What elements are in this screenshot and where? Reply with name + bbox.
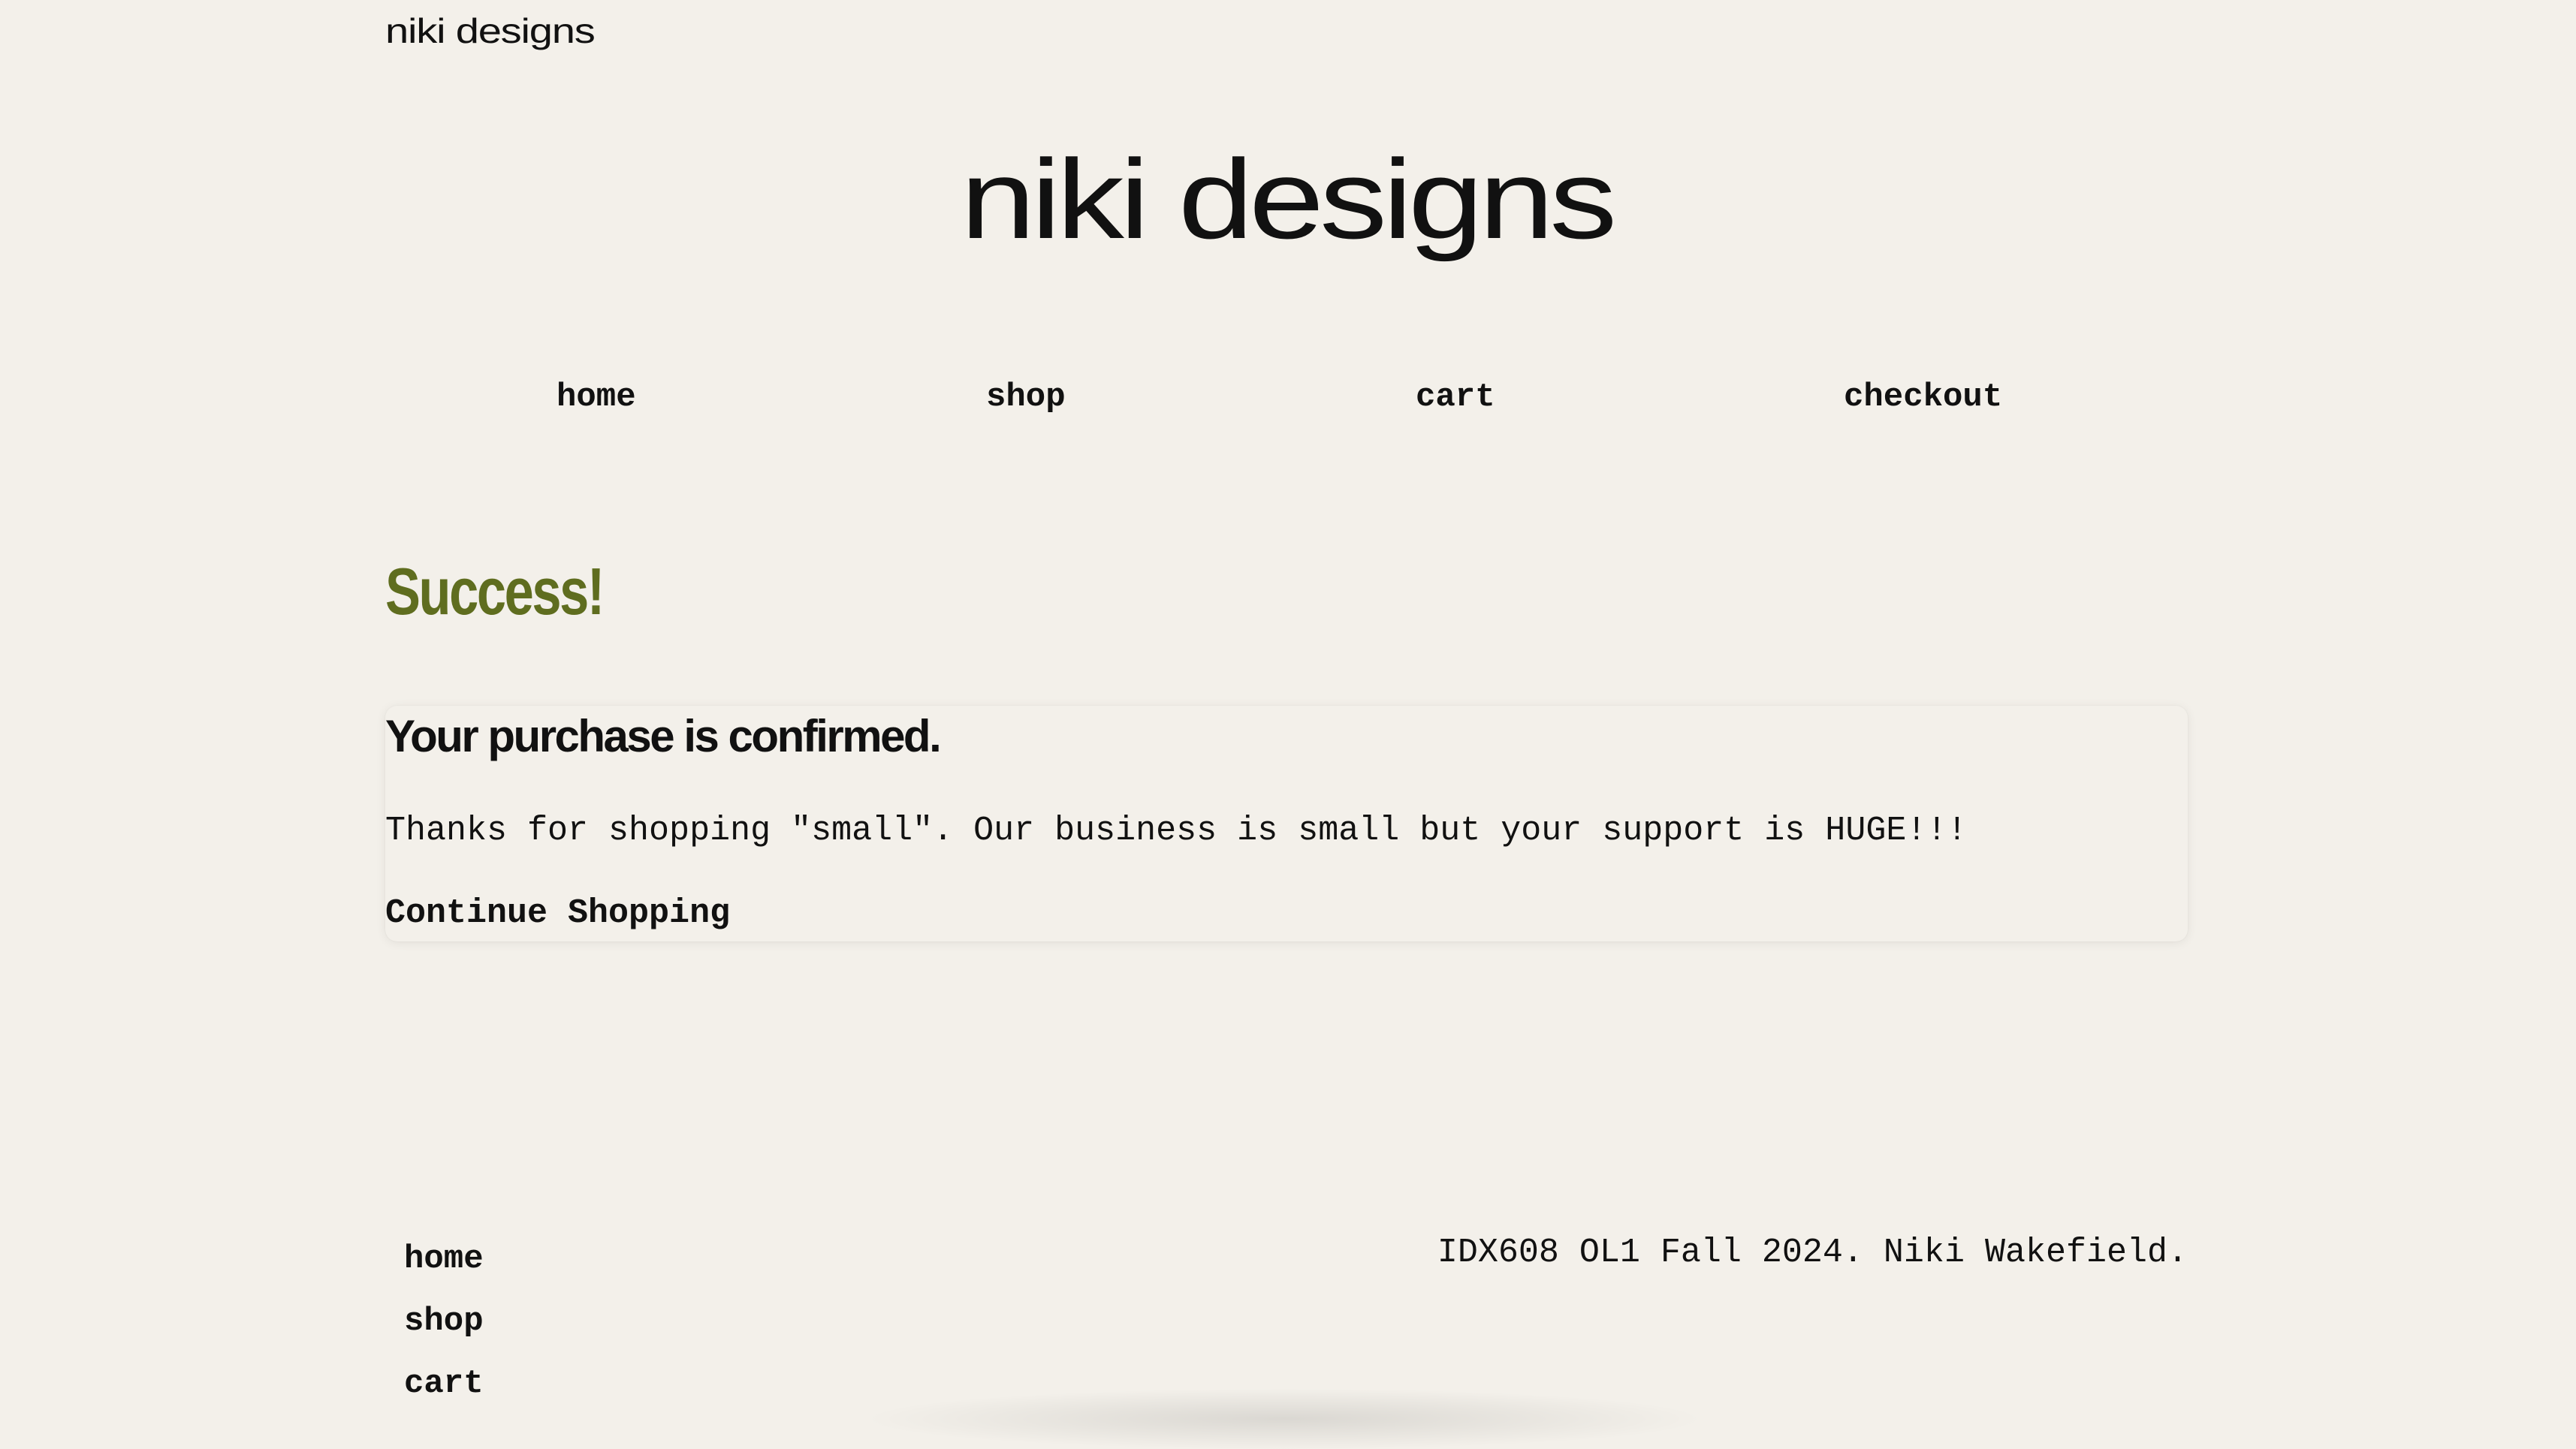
main-nav: home shop cart checkout [385,378,2188,423]
page: niki designs niki designs home shop cart… [385,0,2188,1411]
success-heading: Success! [385,554,605,628]
nav-link-cart[interactable]: cart [1416,378,1495,416]
thank-you-message: Thanks for shopping "small". Our busines… [385,812,1968,850]
footer-link-home[interactable]: home [404,1239,484,1301]
continue-shopping-link[interactable]: Continue Shopping [385,893,730,934]
footer-link-shop[interactable]: shop [404,1301,484,1363]
confirmation-card: Your purchase is confirmed. Thanks for s… [385,706,2188,941]
nav-link-checkout[interactable]: checkout [1844,378,2002,416]
footer-credit: IDX608 OL1 Fall 2024. Niki Wakefield. [1437,1234,2188,1272]
footer-nav: home shop cart [404,1239,484,1426]
nav-link-shop[interactable]: shop [986,378,1066,416]
scroll-shadow [871,1389,1697,1449]
footer-link-cart[interactable]: cart [404,1363,484,1426]
site-title: niki designs [960,136,1618,262]
nav-link-home[interactable]: home [557,378,636,416]
confirmation-title: Your purchase is confirmed. [385,711,942,761]
header-logo-link[interactable]: niki designs [385,11,596,51]
